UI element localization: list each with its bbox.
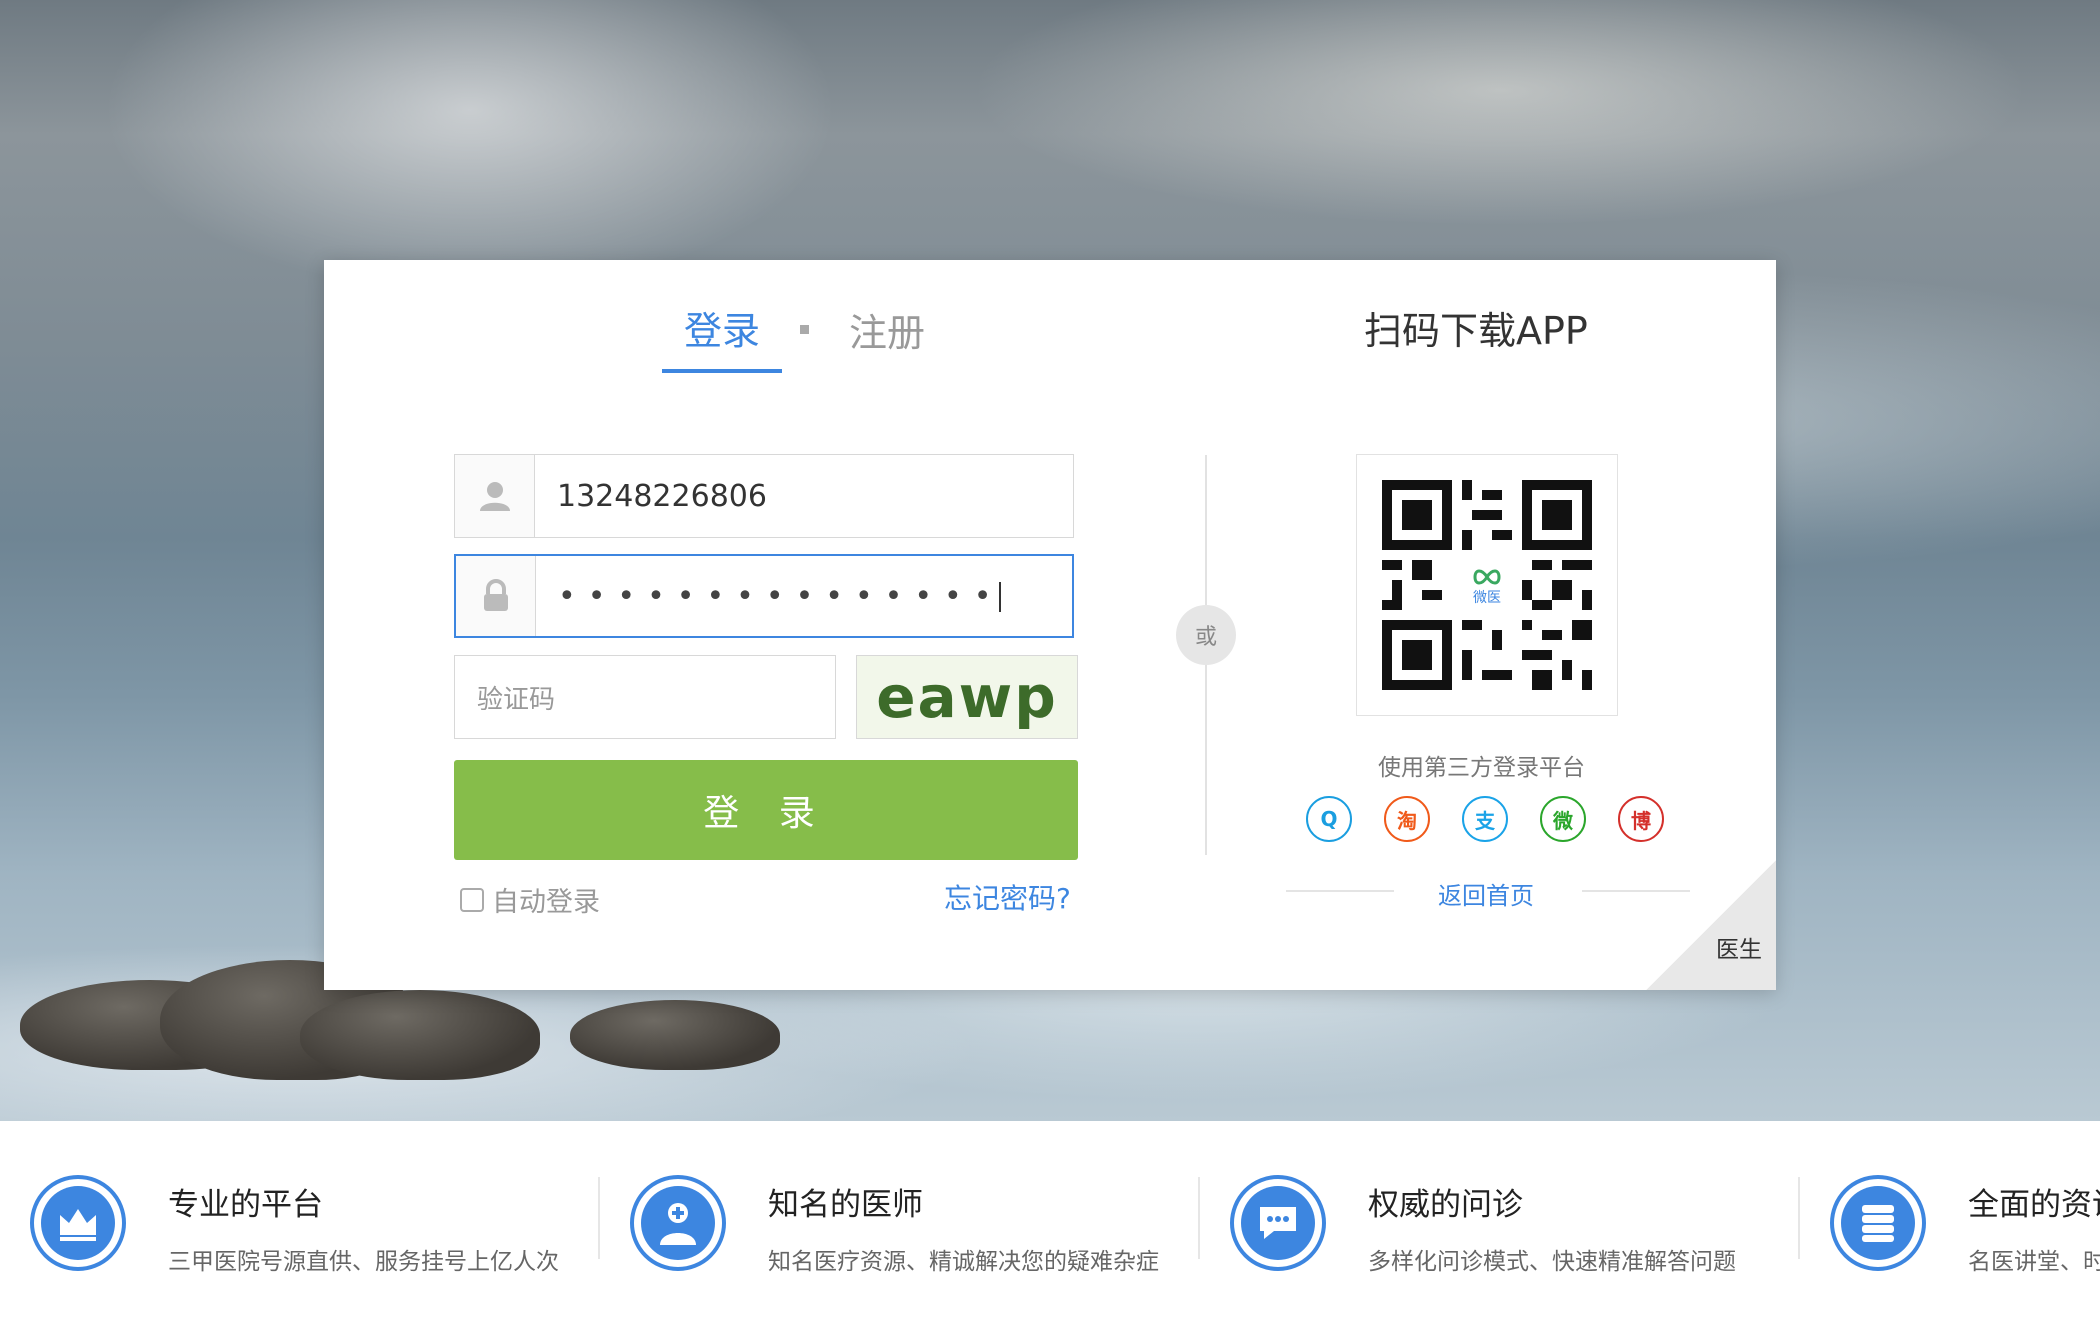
doctor-icon: [630, 1175, 726, 1271]
qr-logo-text: 微医: [1473, 590, 1501, 606]
feature-strip: 专业的平台三甲医院号源直供、服务挂号上亿人次 知名的医师知名医疗资源、精诚解决您…: [0, 1121, 2100, 1318]
password-mask: •••••••••••••••: [558, 578, 1004, 614]
feature-title: 权威的问诊: [1368, 1187, 1523, 1223]
feature-title: 专业的平台: [168, 1187, 323, 1223]
login-button[interactable]: 登 录: [454, 760, 1078, 860]
tab-login[interactable]: 登录: [662, 300, 783, 373]
tab-bar: 登录 注册: [662, 300, 947, 373]
crown-icon: [30, 1175, 126, 1271]
home-divider-left: [1286, 890, 1394, 892]
doctor-role-label[interactable]: 医生: [1716, 930, 1762, 964]
rock: [570, 1000, 780, 1070]
phone-value: 13248226806: [557, 478, 767, 514]
tab-separator: [800, 325, 810, 334]
phone-field[interactable]: 13248226806: [454, 454, 1074, 538]
feature-divider: [1798, 1177, 1800, 1259]
qr-title: 扫码下载APP: [1364, 309, 1588, 353]
password-field[interactable]: •••••••••••••••: [454, 554, 1074, 638]
feature-divider: [598, 1177, 600, 1259]
lock-icon: [456, 556, 536, 636]
feature-desc: 三甲医院号源直供、服务挂号上亿人次: [168, 1249, 559, 1275]
qr-logo: 微医: [1458, 558, 1516, 616]
auto-login[interactable]: 自动登录: [460, 880, 600, 919]
feature-title: 知名的医师: [768, 1187, 923, 1223]
captcha-image[interactable]: eawp: [856, 655, 1078, 739]
feature-divider: [1198, 1177, 1200, 1259]
login-card: 登录 注册 13248226806 ••••••••••••••• 验证码 ea…: [324, 260, 1776, 990]
feature-desc: 多样化问诊模式、快速精准解答问题: [1368, 1249, 1736, 1275]
third-party-label: 使用第三方登录平台: [1378, 755, 1585, 781]
user-icon: [455, 455, 535, 537]
role-switch-corner[interactable]: [1646, 860, 1776, 990]
chat-icon: [1230, 1175, 1326, 1271]
feature-doctors: 知名的医师知名医疗资源、精诚解决您的疑难杂症: [630, 1175, 1159, 1276]
feature-title: 全面的资讯: [1968, 1187, 2100, 1223]
weibo-icon[interactable]: 博: [1618, 796, 1664, 842]
auto-login-label: 自动登录: [492, 887, 600, 918]
feature-desc: 知名医疗资源、精诚解决您的疑难杂症: [768, 1249, 1159, 1275]
qr-code: 微医: [1356, 454, 1618, 716]
feature-info: 全面的资讯名医讲堂、时: [1830, 1175, 2100, 1276]
feature-platform: 专业的平台三甲医院号源直供、服务挂号上亿人次: [30, 1175, 559, 1276]
forgot-password-link[interactable]: 忘记密码?: [944, 877, 1071, 917]
qq-icon[interactable]: Q: [1306, 796, 1352, 842]
captcha-input[interactable]: 验证码: [454, 655, 836, 739]
third-party-icons: Q淘支微博: [1306, 796, 1664, 842]
auto-login-checkbox[interactable]: [460, 887, 484, 912]
list-icon: [1830, 1175, 1926, 1271]
rock: [300, 990, 540, 1080]
or-badge: 或: [1176, 605, 1236, 665]
tab-register[interactable]: 注册: [827, 302, 947, 371]
back-home-link[interactable]: 返回首页: [1438, 876, 1534, 911]
alipay-icon[interactable]: 支: [1462, 796, 1508, 842]
wechat-icon[interactable]: 微: [1540, 796, 1586, 842]
infinity-logo-icon: [1473, 569, 1501, 585]
feature-consult: 权威的问诊多样化问诊模式、快速精准解答问题: [1230, 1175, 1736, 1276]
taobao-icon[interactable]: 淘: [1384, 796, 1430, 842]
feature-desc: 名医讲堂、时: [1968, 1249, 2100, 1275]
